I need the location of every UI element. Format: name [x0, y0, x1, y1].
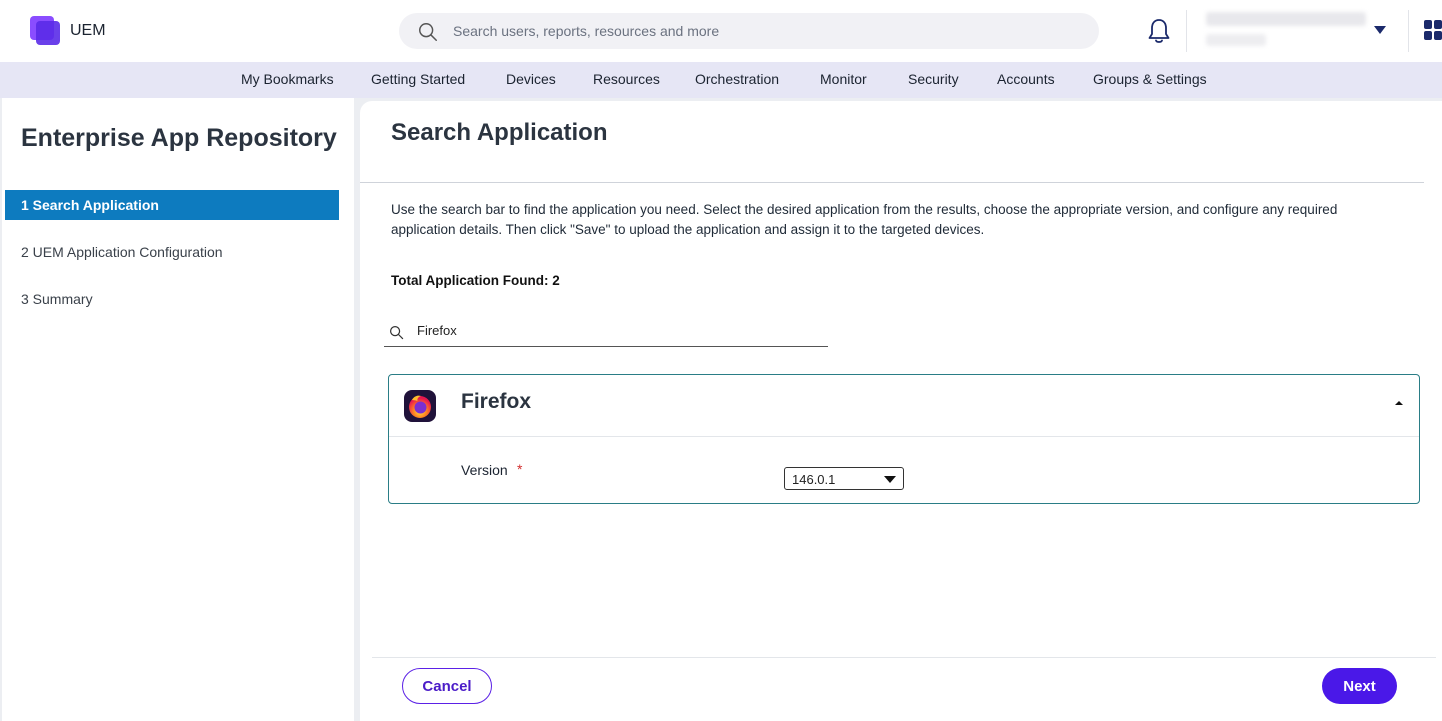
- step-summary[interactable]: 3 Summary: [5, 284, 339, 314]
- global-search-input[interactable]: [453, 21, 1073, 41]
- bell-icon[interactable]: [1146, 17, 1172, 45]
- step-uem-app-configuration[interactable]: 2 UEM Application Configuration: [5, 237, 339, 267]
- main-panel: Search Application Use the search bar to…: [360, 101, 1442, 721]
- version-select-value: 146.0.1: [792, 472, 836, 487]
- user-account-info[interactable]: [1206, 10, 1366, 50]
- nav-getting-started[interactable]: Getting Started: [371, 71, 465, 87]
- next-button[interactable]: Next: [1322, 668, 1397, 704]
- app-name: Firefox: [461, 390, 532, 413]
- instructions-text: Use the search bar to find the applicati…: [391, 202, 1338, 237]
- header-divider: [1408, 10, 1409, 52]
- nav-resources[interactable]: Resources: [593, 71, 660, 87]
- divider: [360, 182, 1424, 183]
- required-asterisk: *: [517, 461, 523, 477]
- firefox-icon: [404, 390, 436, 422]
- chevron-up-icon[interactable]: [1395, 401, 1403, 405]
- wizard-sidebar: Enterprise App Repository 1 Search Appli…: [2, 98, 354, 721]
- nav-accounts[interactable]: Accounts: [997, 71, 1055, 87]
- version-label: Version: [461, 462, 508, 478]
- apps-grid-icon[interactable]: [1424, 20, 1442, 42]
- nav-monitor[interactable]: Monitor: [820, 71, 867, 87]
- app-search[interactable]: [384, 317, 828, 347]
- main-nav: My Bookmarks Getting Started Devices Res…: [0, 62, 1442, 98]
- nav-devices[interactable]: Devices: [506, 71, 556, 87]
- global-search[interactable]: [399, 13, 1099, 49]
- caret-down-icon: [884, 476, 896, 483]
- divider: [389, 436, 1419, 437]
- search-icon: [389, 325, 404, 340]
- nav-groups-settings[interactable]: Groups & Settings: [1093, 71, 1207, 87]
- nav-my-bookmarks[interactable]: My Bookmarks: [241, 71, 334, 87]
- top-header: UEM: [0, 0, 1442, 62]
- footer-divider: [372, 657, 1436, 658]
- page-title: Enterprise App Repository: [21, 124, 337, 152]
- nav-security[interactable]: Security: [908, 71, 959, 87]
- version-select[interactable]: 146.0.1: [784, 467, 904, 490]
- chevron-down-icon[interactable]: [1374, 26, 1386, 34]
- logo-icon[interactable]: [30, 16, 62, 46]
- cancel-button[interactable]: Cancel: [402, 668, 492, 704]
- nav-orchestration[interactable]: Orchestration: [695, 71, 779, 87]
- app-name: UEM: [70, 22, 106, 39]
- section-heading: Search Application: [391, 119, 608, 146]
- search-icon: [419, 23, 437, 41]
- app-result-card: Firefox Version * 146.0.1: [388, 374, 1420, 504]
- header-divider: [1186, 10, 1187, 52]
- step-search-application[interactable]: 1 Search Application: [5, 190, 339, 220]
- app-search-input[interactable]: [417, 321, 817, 339]
- results-count: Total Application Found: 2: [391, 273, 560, 288]
